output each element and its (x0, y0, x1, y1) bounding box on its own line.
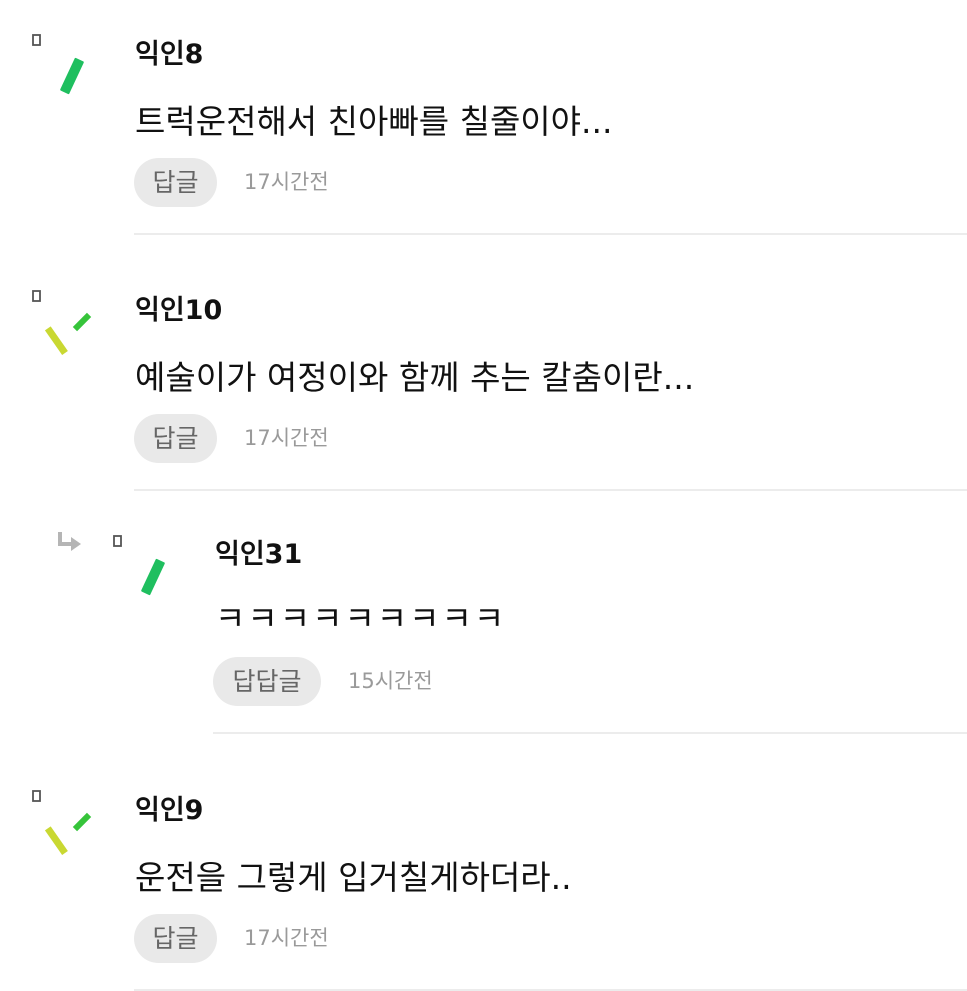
comment-time: 17시간전 (244, 926, 329, 950)
divider (134, 233, 967, 235)
avatar-green-stick-icon[interactable] (111, 534, 181, 614)
comment-text: 트럭운전해서 친아빠를 칠줄이야... (135, 102, 613, 141)
reply-arrow-icon (58, 532, 81, 551)
comment-item: 익인10 예술이가 여정이와 함께 추는 칼춤이란... 답글 17시간전 (0, 256, 967, 491)
reply-comment-item: 익인31 ㅋㅋㅋㅋㅋㅋㅋㅋㅋ 답답글 15시간전 (0, 512, 967, 735)
comment-item: 익인8 트럭운전해서 친아빠를 칠줄이야... 답글 17시간전 (0, 0, 967, 235)
comment-author: 익인10 (135, 295, 223, 326)
reply-button[interactable]: 답글 (134, 158, 217, 207)
avatar-two-sticks-icon[interactable] (30, 786, 100, 866)
comment-text: ㅋㅋㅋㅋㅋㅋㅋㅋㅋ (215, 599, 507, 638)
divider (213, 732, 967, 734)
comment-author: 익인9 (135, 795, 204, 826)
reply-reply-button[interactable]: 답답글 (213, 657, 321, 706)
avatar-green-stick-icon[interactable] (30, 30, 100, 110)
comment-time: 17시간전 (244, 170, 329, 194)
reply-button[interactable]: 답글 (134, 414, 217, 463)
comment-time: 15시간전 (348, 669, 433, 693)
comment-time: 17시간전 (244, 426, 329, 450)
avatar-two-sticks-icon[interactable] (30, 286, 100, 366)
comment-author: 익인31 (215, 539, 303, 570)
comment-item: 익인9 운전을 그렇게 입거칠게하더라.. 답글 17시간전 (0, 756, 967, 991)
comment-author: 익인8 (135, 39, 204, 70)
divider (134, 489, 967, 491)
comment-text: 예술이가 여정이와 함께 추는 칼춤이란... (135, 358, 695, 397)
comment-text: 운전을 그렇게 입거칠게하더라.. (135, 858, 572, 897)
reply-button[interactable]: 답글 (134, 914, 217, 963)
